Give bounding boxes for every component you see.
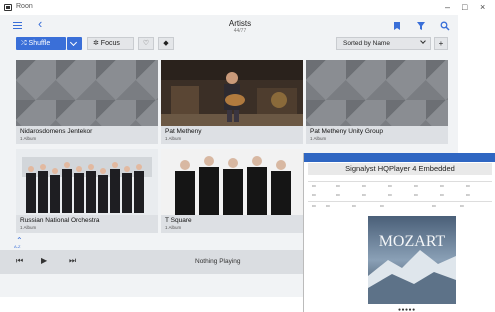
- sort-select[interactable]: Sorted by Name: [336, 37, 431, 50]
- filter-icon[interactable]: [416, 21, 426, 31]
- artist-tile[interactable]: Nidarosdomens Jentekor 1 Album: [16, 60, 158, 144]
- chevron-down-icon: [420, 38, 426, 44]
- artist-tile[interactable]: T Square 1 Album: [161, 149, 303, 233]
- alphabet-jump-label[interactable]: A-Z: [14, 244, 20, 249]
- artist-placeholder-image: [16, 60, 158, 126]
- artist-photo: [16, 149, 158, 215]
- artist-name: Pat Metheny: [165, 128, 202, 135]
- hqplayer-titlebar: [304, 153, 495, 162]
- close-button[interactable]: ×: [480, 2, 485, 12]
- artist-placeholder-image: [306, 60, 448, 126]
- hqplayer-title: Signalyst HQPlayer 4 Embedded: [308, 163, 492, 175]
- album-count: 1 Album: [165, 225, 182, 230]
- artist-tile[interactable]: Pat Metheny 1 Album: [161, 60, 303, 144]
- title-bar: Roon – □ ×: [0, 0, 495, 15]
- hqplayer-window: Signalyst HQPlayer 4 Embedded ▭ ▭ ▭ ▭ ▭ ▭ ▭…: [303, 153, 495, 312]
- play-icon[interactable]: ▶: [41, 256, 47, 266]
- artist-name: T Square: [165, 217, 192, 224]
- maximize-button[interactable]: □: [462, 2, 467, 12]
- artist-name: Pat Metheny Unity Group: [310, 128, 383, 135]
- album-cover-image: MOZART: [368, 216, 456, 304]
- minimize-button[interactable]: –: [445, 2, 450, 12]
- album-count: 1 Album: [165, 136, 182, 141]
- artist-meta: Russian National Orchestra 1 Album: [16, 215, 158, 233]
- artist-meta: Nidarosdomens Jentekor 1 Album: [16, 126, 158, 144]
- shuffle-dropdown-button[interactable]: [67, 37, 82, 50]
- artist-photo-image: [16, 149, 158, 215]
- album-count: 1 Album: [310, 136, 327, 141]
- artist-name: Nidarosdomens Jentekor: [20, 128, 93, 135]
- shuffle-button[interactable]: ⤮ Shuffle: [16, 37, 66, 50]
- focus-button[interactable]: ✲ Focus: [87, 37, 134, 50]
- back-icon[interactable]: ‹: [38, 17, 42, 31]
- artist-tile[interactable]: Pat Metheny Unity Group 1 Album: [306, 60, 448, 144]
- add-button[interactable]: +: [434, 37, 448, 50]
- top-bar: ‹ Artists 44/77: [0, 15, 458, 37]
- artist-count: 44/77: [233, 28, 247, 34]
- artist-name: Russian National Orchestra: [20, 217, 100, 224]
- settings-row: ▭ ▭ ▭ ▭ ▭ ▭ ▭: [312, 192, 470, 197]
- menu-icon[interactable]: [13, 22, 22, 29]
- now-playing-status: Nothing Playing: [195, 258, 241, 265]
- album-cover-title: MOZART: [379, 233, 446, 250]
- page-title: Artists: [228, 19, 252, 28]
- page-dots: ●●●●●: [398, 307, 416, 312]
- settings-row: ▭ ▭ ▭ ▭ ▭ ▭: [312, 203, 464, 208]
- bookmark-icon[interactable]: [392, 21, 402, 31]
- artist-photo-image: [161, 60, 303, 126]
- album-count: 1 Album: [20, 225, 37, 230]
- artist-photo: [161, 149, 303, 215]
- previous-track-icon[interactable]: ⏮: [16, 256, 23, 266]
- artist-tile[interactable]: Russian National Orchestra 1 Album: [16, 149, 158, 233]
- search-icon[interactable]: [440, 21, 450, 31]
- artist-meta: Pat Metheny Unity Group 1 Album: [306, 126, 448, 144]
- album-count: 1 Album: [20, 136, 37, 141]
- divider: [308, 181, 492, 182]
- artist-photo: [161, 60, 303, 126]
- artist-meta: T Square 1 Album: [161, 215, 303, 233]
- app-icon: [4, 4, 12, 11]
- artist-photo-image: [161, 149, 303, 215]
- window-title: Roon: [16, 3, 33, 10]
- divider: [308, 201, 492, 202]
- page-heading: Artists 44/77: [205, 19, 275, 34]
- album-cover: MOZART: [368, 216, 456, 304]
- next-track-icon[interactable]: ⏭: [69, 256, 76, 266]
- settings-row: ▭ ▭ ▭ ▭ ▭ ▭ ▭: [312, 183, 470, 188]
- toolbar: ⤮ Shuffle ✲ Focus ♡ ◆ Sorted by Name +: [0, 37, 458, 52]
- tag-icon[interactable]: ◆: [158, 37, 174, 50]
- heart-icon[interactable]: ♡: [138, 37, 154, 50]
- artist-meta: Pat Metheny 1 Album: [161, 126, 303, 144]
- sort-label: Sorted by Name: [343, 40, 390, 47]
- screen: Roon – □ × ‹ Artists 44/77 ⤮ Shuffle ✲ F…: [0, 0, 495, 312]
